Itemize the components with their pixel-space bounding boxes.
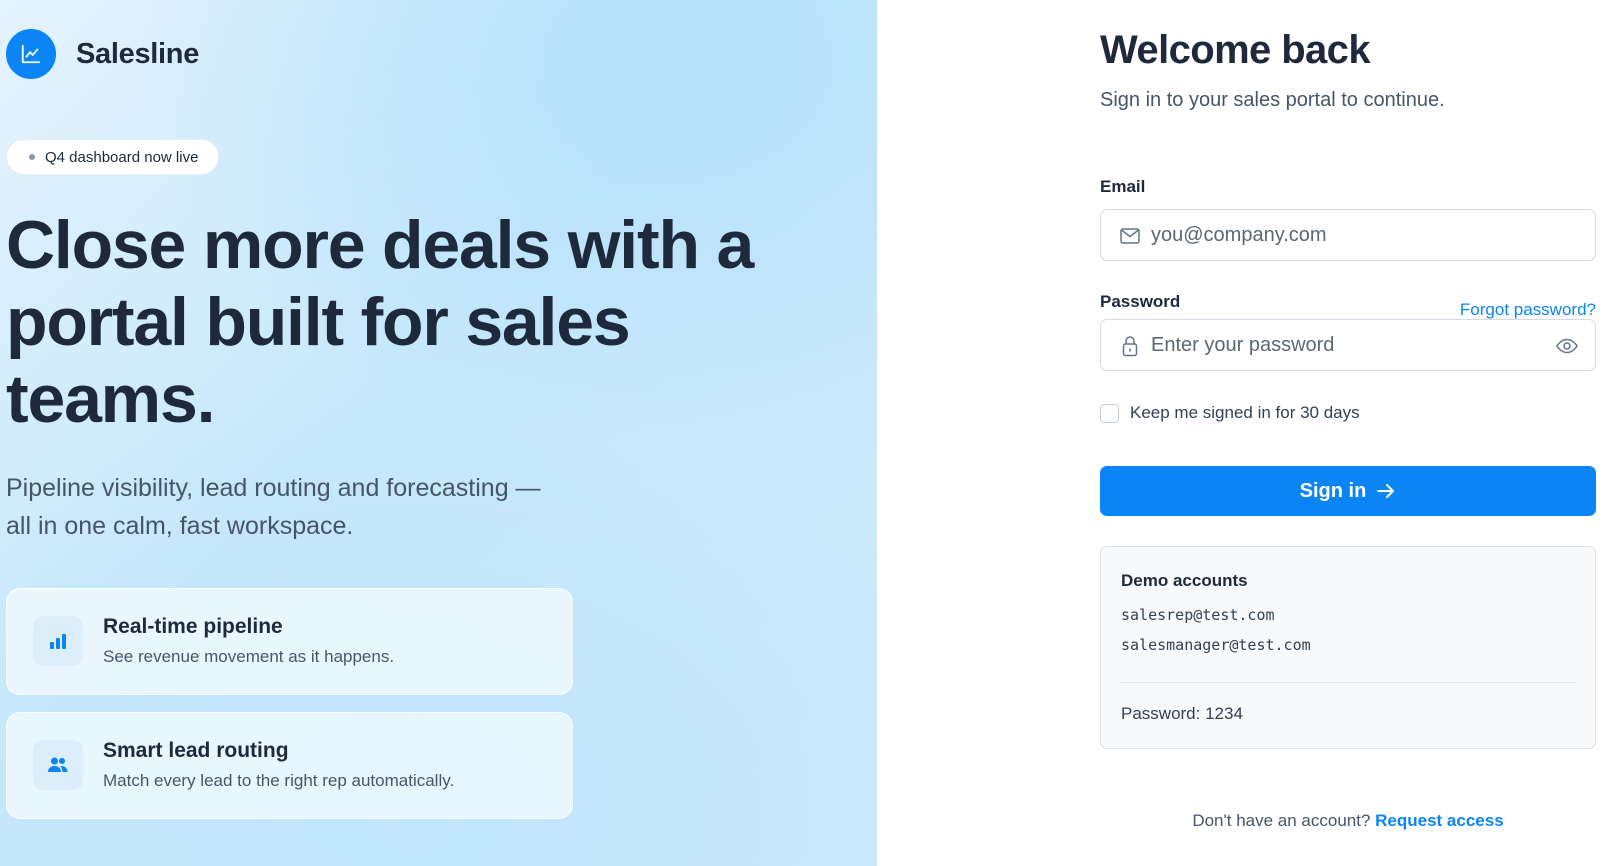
sign-in-button[interactable]: Sign in xyxy=(1100,466,1596,516)
hero-headline: Close more deals with a portal built for… xyxy=(6,207,754,437)
email-label: Email xyxy=(1100,177,1146,196)
feature-card-pipeline: Real-time pipeline See revenue movement … xyxy=(6,588,573,695)
signup-prompt: Don't have an account? Request access xyxy=(1100,811,1596,831)
remember-me-checkbox[interactable] xyxy=(1100,403,1119,423)
mail-icon xyxy=(1119,225,1141,247)
request-access-link[interactable]: Request access xyxy=(1375,811,1504,830)
feature-description: See revenue movement as it happens. xyxy=(103,647,395,666)
arrow-right-icon xyxy=(1376,483,1396,499)
signup-prompt-text: Don't have an account? xyxy=(1192,811,1371,830)
bar-chart-icon xyxy=(33,616,83,666)
remember-me: Keep me signed in for 30 days xyxy=(1100,403,1360,423)
forgot-password-link[interactable]: Forgot password? xyxy=(1460,300,1596,320)
users-icon xyxy=(33,740,83,790)
password-field-wrapper xyxy=(1100,319,1596,371)
brand-name: Salesline xyxy=(76,37,200,70)
login-page: Salesline Q4 dashboard now live Close mo… xyxy=(0,0,1605,866)
sign-in-label: Sign in xyxy=(1299,479,1367,502)
trend-line-icon xyxy=(6,29,56,79)
feature-description: Match every lead to the right rep automa… xyxy=(103,771,455,790)
password-input[interactable] xyxy=(1151,320,1541,370)
page-subtitle: Sign in to your sales portal to continue… xyxy=(1100,89,1445,111)
page-title: Welcome back xyxy=(1100,28,1371,72)
feature-title: Real-time pipeline xyxy=(103,615,283,638)
lock-icon xyxy=(1119,335,1141,357)
eye-icon[interactable] xyxy=(1555,335,1579,357)
hero-subheadline: Pipeline visibility, lead routing and fo… xyxy=(6,474,541,540)
feature-card-routing: Smart lead routing Match every lead to t… xyxy=(6,712,573,819)
demo-title: Demo accounts xyxy=(1121,571,1248,590)
email-input[interactable] xyxy=(1151,210,1541,260)
demo-account: salesmanager@test.com xyxy=(1121,636,1311,654)
remember-me-label: Keep me signed in for 30 days xyxy=(1130,403,1360,422)
feature-title: Smart lead routing xyxy=(103,739,289,762)
demo-password: Password: 1234 xyxy=(1121,704,1243,723)
announcement-text: Q4 dashboard now live xyxy=(45,148,199,166)
dot-icon xyxy=(29,154,35,160)
brand: Salesline xyxy=(6,29,199,79)
demo-accounts-box: Demo accounts salesrep@test.com salesman… xyxy=(1100,546,1596,749)
divider xyxy=(1121,682,1575,683)
hero-panel: Salesline Q4 dashboard now live Close mo… xyxy=(0,0,877,866)
announcement-badge: Q4 dashboard now live xyxy=(6,139,220,175)
password-label: Password xyxy=(1100,292,1181,311)
email-field-wrapper xyxy=(1100,209,1596,261)
demo-account: salesrep@test.com xyxy=(1121,606,1275,624)
signin-panel: Welcome back Sign in to your sales porta… xyxy=(877,0,1605,866)
